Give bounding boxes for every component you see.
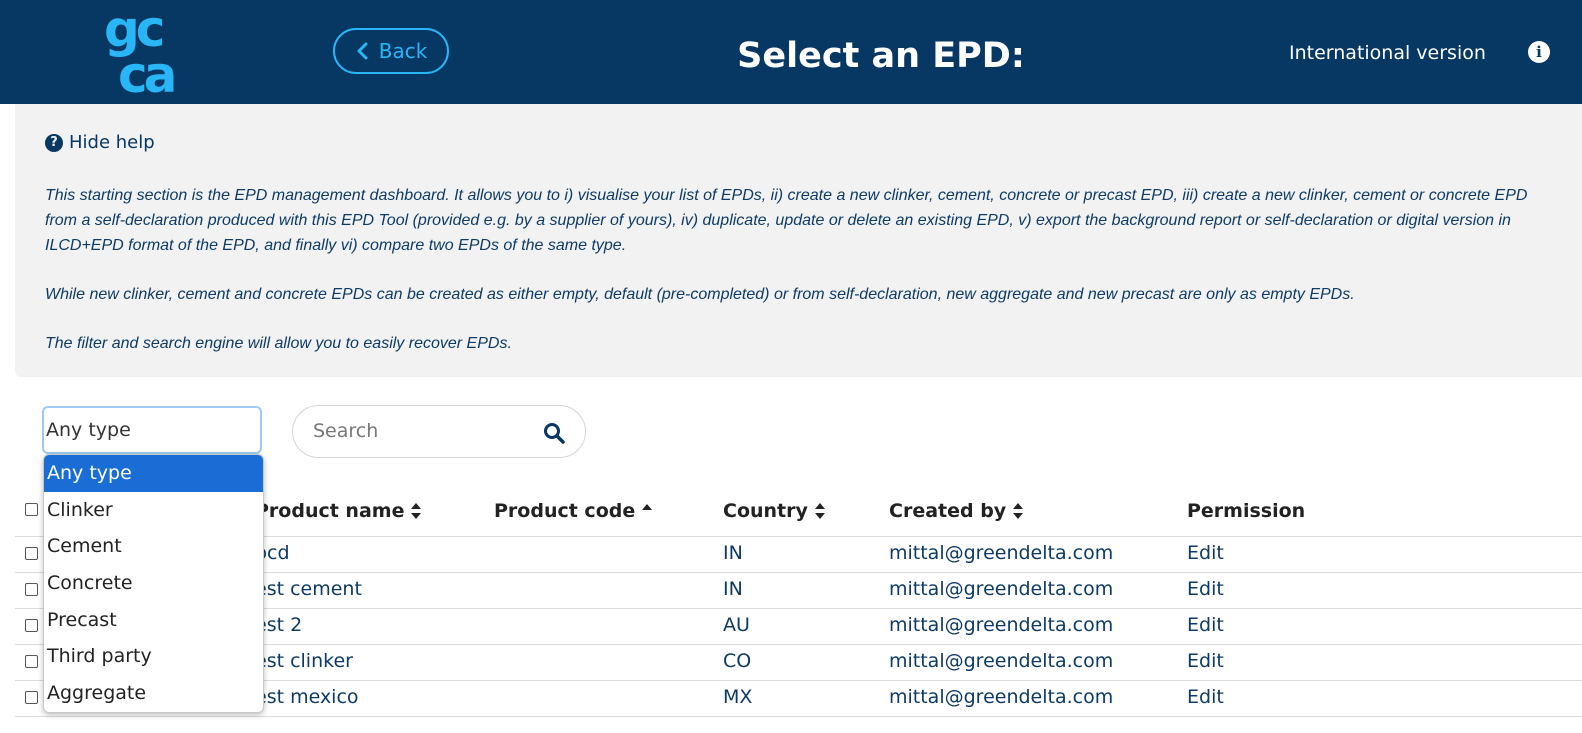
- sort-icon: [1013, 503, 1024, 519]
- search-icon[interactable]: [543, 422, 565, 444]
- search-input[interactable]: Search: [313, 420, 378, 442]
- column-header-permission: Permission: [1187, 500, 1305, 522]
- help-paragraph-1: This starting section is the EPD managem…: [45, 187, 1528, 254]
- country-cell: MX: [723, 686, 753, 708]
- table-row[interactable]: [15, 716, 1582, 733]
- help-panel: ? Hide help This starting section is the…: [15, 104, 1582, 377]
- created-by-cell: mittal@greendelta.com: [889, 614, 1114, 636]
- country-cell: IN: [723, 578, 743, 600]
- product-name-cell[interactable]: est clinker: [255, 650, 353, 672]
- type-option-aggregate[interactable]: Aggregate: [44, 675, 263, 712]
- back-button-label: Back: [378, 39, 428, 63]
- column-header-product-code[interactable]: Product code: [494, 500, 653, 522]
- country-cell: AU: [723, 614, 750, 636]
- page-title: Select an EPD:: [737, 36, 1025, 76]
- created-by-cell: mittal@greendelta.com: [889, 578, 1114, 600]
- type-filter-select[interactable]: Any type: [42, 406, 262, 454]
- svg-text:ca: ca: [118, 46, 174, 96]
- info-icon[interactable]: i: [1528, 41, 1550, 63]
- sort-icon: [814, 503, 825, 519]
- type-option-precast[interactable]: Precast: [44, 602, 263, 639]
- type-option-concrete[interactable]: Concrete: [44, 565, 263, 602]
- sort-ascending-icon: [642, 504, 653, 510]
- column-header-product-name[interactable]: Product name: [255, 500, 422, 522]
- country-cell: CO: [723, 650, 752, 672]
- type-dropdown-menu: Any type Clinker Cement Concrete Precast…: [43, 454, 264, 713]
- help-paragraph-2: While new clinker, cement and concrete E…: [45, 286, 1355, 303]
- sort-icon: [411, 503, 422, 519]
- product-name-cell[interactable]: est cement: [255, 578, 362, 600]
- hide-help-toggle[interactable]: ? Hide help: [45, 132, 155, 153]
- top-header: gc ca Back Select an EPD: International …: [0, 0, 1582, 104]
- country-header-label: Country: [723, 500, 808, 522]
- product-name-cell[interactable]: est mexico: [255, 686, 359, 708]
- row-checkbox[interactable]: [25, 691, 38, 704]
- version-label: International version: [1289, 42, 1486, 64]
- row-checkbox[interactable]: [25, 547, 38, 560]
- product-code-header-label: Product code: [494, 500, 636, 522]
- permission-cell: Edit: [1187, 686, 1224, 708]
- help-paragraph-3: The filter and search engine will allow …: [45, 335, 512, 352]
- permission-cell: Edit: [1187, 578, 1224, 600]
- question-icon: ?: [45, 133, 63, 152]
- chevron-left-icon: [357, 42, 368, 60]
- permission-cell: Edit: [1187, 650, 1224, 672]
- created-by-header-label: Created by: [889, 500, 1007, 522]
- product-name-header-label: Product name: [255, 500, 405, 522]
- search-box[interactable]: Search: [292, 405, 586, 458]
- row-checkbox[interactable]: [25, 583, 38, 596]
- permission-header-label: Permission: [1187, 500, 1306, 522]
- row-checkbox[interactable]: [25, 655, 38, 668]
- created-by-cell: mittal@greendelta.com: [889, 542, 1114, 564]
- select-all-checkbox[interactable]: [25, 503, 38, 516]
- type-option-third-party[interactable]: Third party: [44, 638, 263, 675]
- type-option-clinker[interactable]: Clinker: [44, 492, 263, 529]
- type-option-any-type[interactable]: Any type: [44, 455, 263, 492]
- row-checkbox[interactable]: [25, 619, 38, 632]
- hide-help-label: Hide help: [69, 132, 155, 153]
- country-cell: IN: [723, 542, 743, 564]
- column-header-created-by[interactable]: Created by: [889, 500, 1024, 522]
- created-by-cell: mittal@greendelta.com: [889, 686, 1114, 708]
- permission-cell: Edit: [1187, 542, 1224, 564]
- type-option-cement[interactable]: Cement: [44, 528, 263, 565]
- gcca-logo: gc ca: [104, 6, 178, 96]
- back-button[interactable]: Back: [333, 28, 449, 74]
- column-header-country[interactable]: Country: [723, 500, 826, 522]
- permission-cell: Edit: [1187, 614, 1224, 636]
- created-by-cell: mittal@greendelta.com: [889, 650, 1114, 672]
